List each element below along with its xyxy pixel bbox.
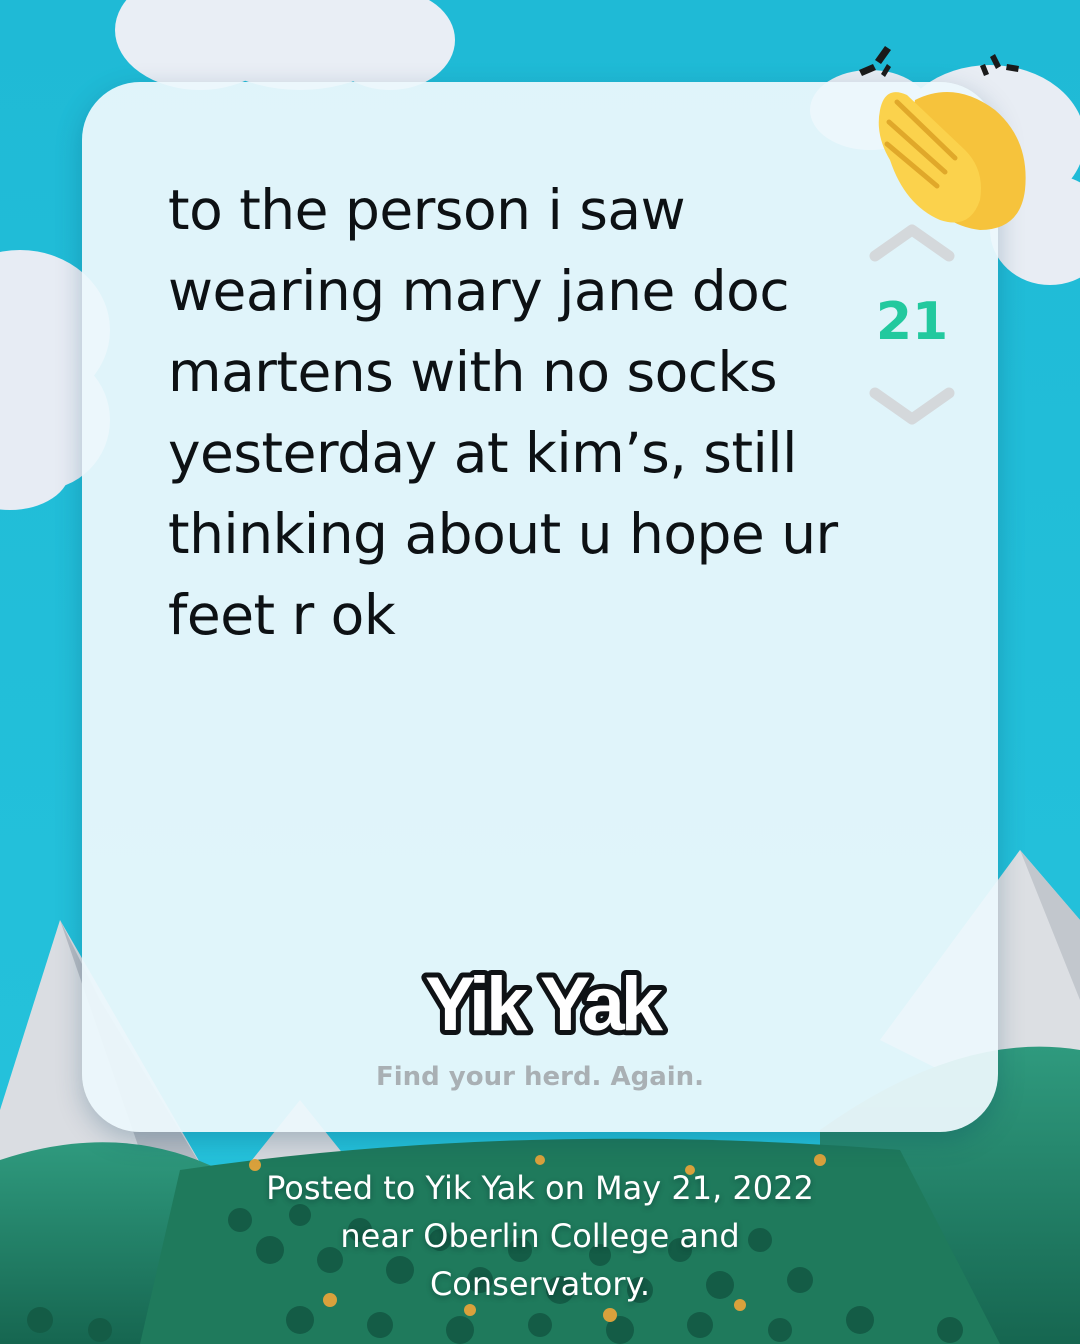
logo-text: Yik Yak	[425, 962, 664, 1047]
clapping-hands-icon	[859, 46, 1026, 230]
post-text: to the person i saw wearing mary jane do…	[168, 178, 838, 647]
cloud-top	[115, 0, 455, 90]
vote-control: 21	[862, 222, 962, 442]
tagline: Find your herd. Again.	[375, 1062, 705, 1092]
vote-count: 21	[875, 292, 949, 352]
post-caption: Posted to Yik Yak on May 21, 2022 near O…	[266, 1169, 814, 1303]
yik-yak-logo: Yik Yak	[420, 957, 673, 1052]
chevron-down-icon[interactable]	[867, 387, 957, 427]
